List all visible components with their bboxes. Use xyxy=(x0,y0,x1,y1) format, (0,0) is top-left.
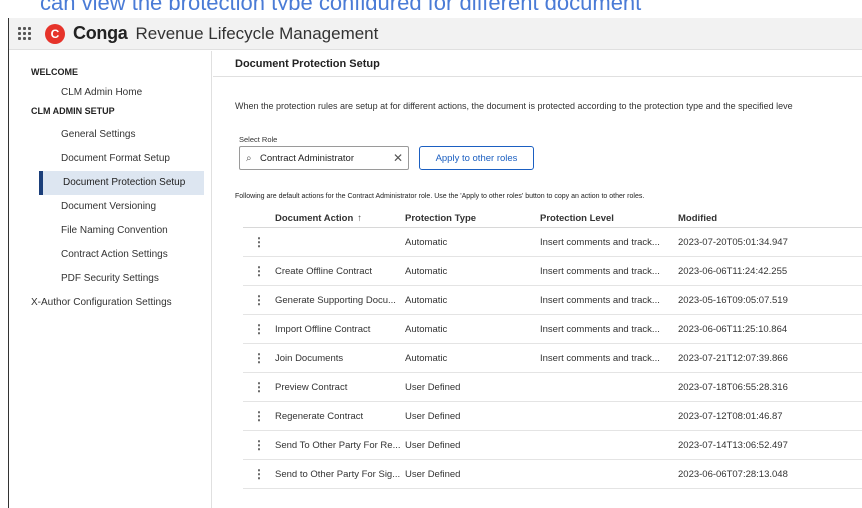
cell-protection-type: Automatic xyxy=(405,352,448,364)
cell-protection-type: User Defined xyxy=(405,468,461,480)
sidebar: WELCOME CLM Admin Home CLM ADMIN SETUP G… xyxy=(9,51,212,508)
sidebar-item-contract-action-settings[interactable]: Contract Action Settings xyxy=(9,243,211,267)
document-actions-table: Document Action ↑ Protection Type Protec… xyxy=(243,210,862,489)
role-search-input[interactable]: ⌕ Contract Administrator ✕ xyxy=(239,146,409,170)
cell-protection-type: User Defined xyxy=(405,381,461,393)
column-document-action[interactable]: Document Action ↑ xyxy=(275,213,405,224)
table-row[interactable]: ⋮ Join Documents Automatic Insert comments … xyxy=(243,344,862,373)
sidebar-item-clm-admin-home[interactable]: CLM Admin Home xyxy=(9,83,211,103)
page-caption: can view the protection type configured … xyxy=(0,0,862,10)
row-menu-icon[interactable]: ⋮ xyxy=(243,409,275,423)
app-window: C Conga Revenue Lifecycle Management WEL… xyxy=(8,18,862,508)
row-menu-icon[interactable]: ⋮ xyxy=(243,293,275,307)
sidebar-section-clm-admin-setup: CLM ADMIN SETUP xyxy=(31,106,115,116)
select-role-label: Select Role xyxy=(239,135,278,144)
conga-logo-icon: C xyxy=(45,23,65,44)
column-modified[interactable]: Modified xyxy=(678,213,862,224)
cell-protection-level: Insert comments and track... xyxy=(540,323,660,335)
table-row[interactable]: ⋮ Preview Contract User Defined 2023-07-18T… xyxy=(243,373,862,402)
search-icon: ⌕ xyxy=(246,152,252,164)
table-row[interactable]: ⋮ Automatic Insert comments and track... 20… xyxy=(243,228,862,257)
cell-document-action[interactable]: Send To Other Party For Re... xyxy=(275,440,405,451)
cell-document-action[interactable]: Regenerate Contract xyxy=(275,411,405,422)
cell-protection-type: Automatic xyxy=(405,265,448,277)
cell-modified: 2023-07-12T08:01:46.87 xyxy=(678,410,783,422)
cell-document-action[interactable]: Generate Supporting Docu... xyxy=(275,295,405,306)
sidebar-item-document-protection-setup[interactable]: Document Protection Setup xyxy=(39,171,204,195)
cell-modified: 2023-07-14T13:06:52.497 xyxy=(678,439,788,451)
column-protection-type[interactable]: Protection Type xyxy=(405,213,540,224)
app-launcher-icon[interactable] xyxy=(9,27,39,40)
row-menu-icon[interactable]: ⋮ xyxy=(243,322,275,336)
main-content: Document Protection Setup When the prote… xyxy=(213,51,862,508)
page-title: Document Protection Setup xyxy=(213,51,862,77)
apply-to-other-roles-button[interactable]: Apply to other roles xyxy=(419,146,534,170)
row-menu-icon[interactable]: ⋮ xyxy=(243,235,275,249)
row-menu-icon[interactable]: ⋮ xyxy=(243,438,275,452)
cell-protection-type: Automatic xyxy=(405,323,448,335)
table-header: Document Action ↑ Protection Type Protec… xyxy=(243,210,862,228)
sidebar-item-file-naming-convention[interactable]: File Naming Convention xyxy=(9,219,211,243)
cell-protection-level: Insert comments and track... xyxy=(540,294,660,306)
table-row[interactable]: ⋮ Create Offline Contract Automatic Insert … xyxy=(243,257,862,286)
table-row[interactable]: ⋮ Send to Other Party For Sig... User Defi… xyxy=(243,460,862,489)
cell-modified: 2023-07-20T05:01:34.947 xyxy=(678,236,788,248)
cell-protection-type: User Defined xyxy=(405,410,461,422)
cell-document-action[interactable]: Join Documents xyxy=(275,353,405,364)
table-row[interactable]: ⋮ Regenerate Contract User Defined 2023-07-… xyxy=(243,402,862,431)
clear-icon[interactable]: ✕ xyxy=(388,151,408,165)
intro-text: When the protection rules are setup at f… xyxy=(235,101,793,111)
cell-modified: 2023-07-21T12:07:39.866 xyxy=(678,352,788,364)
sort-ascending-icon[interactable]: ↑ xyxy=(357,213,362,224)
sidebar-item-x-author-configuration-settings[interactable]: X-Author Configuration Settings xyxy=(9,291,211,315)
column-label: Document Action xyxy=(275,213,354,224)
role-note: Following are default actions for the Co… xyxy=(235,193,645,200)
row-menu-icon[interactable]: ⋮ xyxy=(243,351,275,365)
cell-modified: 2023-05-16T09:05:07.519 xyxy=(678,294,788,306)
table-body: ⋮ Automatic Insert comments and track... 20… xyxy=(243,228,862,489)
row-menu-icon[interactable]: ⋮ xyxy=(243,380,275,394)
table-row[interactable]: ⋮ Import Offline Contract Automatic Insert … xyxy=(243,315,862,344)
row-menu-icon[interactable]: ⋮ xyxy=(243,264,275,278)
sidebar-item-pdf-security-settings[interactable]: PDF Security Settings xyxy=(9,267,211,291)
table-row[interactable]: ⋮ Generate Supporting Docu... Automatic Ins… xyxy=(243,286,862,315)
cell-document-action[interactable]: Preview Contract xyxy=(275,382,405,393)
sidebar-item-document-versioning[interactable]: Document Versioning xyxy=(9,195,211,219)
cell-modified: 2023-06-06T11:25:10.864 xyxy=(678,323,788,335)
brand-name: Conga xyxy=(73,23,128,43)
sidebar-section-welcome: WELCOME xyxy=(31,67,78,77)
cell-protection-level: Insert comments and track... xyxy=(540,352,660,364)
sidebar-item-document-format-setup[interactable]: Document Format Setup xyxy=(9,147,211,171)
cell-modified: 2023-07-18T06:55:28.316 xyxy=(678,381,788,393)
cell-protection-type: Automatic xyxy=(405,236,448,248)
table-row[interactable]: ⋮ Send To Other Party For Re... User Defin… xyxy=(243,431,862,460)
cell-modified: 2023-06-06T11:24:42.255 xyxy=(678,265,788,277)
cell-protection-type: User Defined xyxy=(405,439,461,451)
sidebar-item-general-settings[interactable]: General Settings xyxy=(9,123,211,147)
row-menu-icon[interactable]: ⋮ xyxy=(243,467,275,481)
role-value: Contract Administrator xyxy=(260,152,354,164)
cell-document-action[interactable]: Create Offline Contract xyxy=(275,266,405,277)
cell-protection-type: Automatic xyxy=(405,294,448,306)
app-title: Revenue Lifecycle Management xyxy=(135,23,379,43)
app-header: C Conga Revenue Lifecycle Management xyxy=(9,18,862,50)
cell-protection-level: Insert comments and track... xyxy=(540,236,660,248)
column-protection-level[interactable]: Protection Level xyxy=(540,213,678,224)
cell-document-action[interactable]: Import Offline Contract xyxy=(275,324,405,335)
cell-modified: 2023-06-06T07:28:13.048 xyxy=(678,468,788,480)
cell-document-action[interactable]: Send to Other Party For Sig... xyxy=(275,469,405,480)
cell-protection-level: Insert comments and track... xyxy=(540,265,660,277)
